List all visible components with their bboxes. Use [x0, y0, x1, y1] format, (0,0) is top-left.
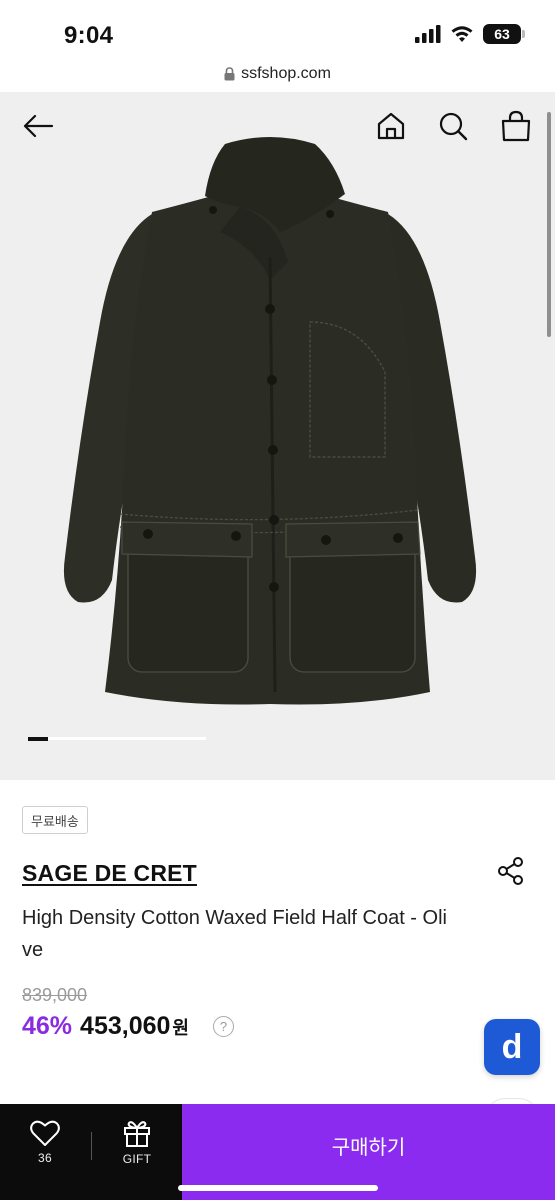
wifi-icon	[451, 26, 473, 42]
floating-d-button[interactable]: d	[484, 1019, 540, 1075]
cart-button[interactable]	[496, 106, 536, 146]
back-arrow-icon	[23, 114, 54, 138]
sale-price: 453,060	[80, 1012, 171, 1040]
free-shipping-badge: 무료배송	[22, 806, 88, 834]
currency-unit: 원	[172, 1018, 189, 1038]
buy-button-label: 구매하기	[331, 1137, 406, 1159]
heart-icon	[30, 1120, 60, 1146]
status-time: 9:04	[64, 22, 114, 49]
product-image-coat[interactable]	[60, 132, 480, 752]
gift-button[interactable]: GIFT	[92, 1104, 182, 1180]
status-icons: 63	[415, 24, 525, 44]
discount-rate: 46%	[22, 1012, 73, 1040]
home-indicator[interactable]	[178, 1185, 378, 1191]
product-image-gallery[interactable]	[0, 92, 555, 780]
like-button[interactable]: 36	[0, 1104, 90, 1180]
lock-icon	[224, 67, 235, 81]
url-bar[interactable]: ssfshop.com	[0, 56, 555, 92]
url-text: ssfshop.com	[241, 65, 331, 82]
back-button[interactable]	[18, 106, 58, 146]
shopping-bag-icon	[501, 110, 531, 142]
product-name: High Density Cotton Waxed Field Half Coa…	[22, 907, 447, 961]
brand-link[interactable]: SAGE DE CRET	[22, 860, 197, 887]
battery-icon: 63	[483, 24, 525, 44]
price-row: 46% 453,060 원	[22, 1012, 189, 1041]
signal-icon	[415, 25, 441, 43]
share-button[interactable]	[496, 856, 526, 886]
like-count: 36	[38, 1151, 52, 1165]
gallery-pager	[28, 736, 206, 741]
share-icon	[498, 857, 523, 885]
page-scrollbar[interactable]	[547, 112, 551, 337]
gift-icon	[124, 1121, 150, 1147]
pager-active-indicator	[28, 736, 48, 741]
price-help-icon[interactable]: ?	[213, 1016, 234, 1037]
gift-label: GIFT	[122, 1152, 152, 1166]
original-price: 839,000	[22, 985, 88, 1005]
status-bar: 9:04 63	[0, 0, 555, 56]
